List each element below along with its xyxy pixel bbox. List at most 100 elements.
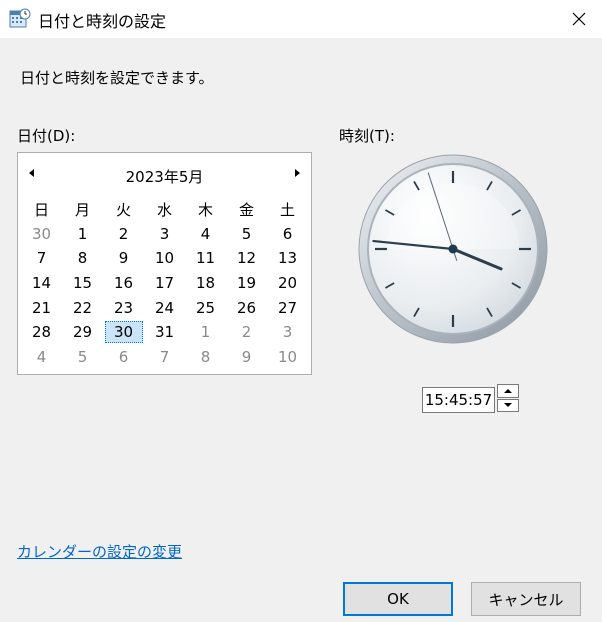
calendar-day[interactable]: 12 [226, 246, 267, 271]
calendar-day[interactable]: 20 [267, 271, 308, 296]
date-label: 日付(D): [17, 127, 76, 145]
calendar-day[interactable]: 25 [185, 295, 226, 320]
date-time-dialog: 日付と時刻の設定 日付と時刻を設定できます。 日付(D): 時刻(T): 202… [0, 0, 602, 622]
calendar-day[interactable]: 22 [62, 295, 103, 320]
calendar-day[interactable]: 6 [103, 345, 144, 370]
calendar-day[interactable]: 18 [185, 271, 226, 296]
calendar-day[interactable]: 5 [226, 222, 267, 247]
calendar-day-label: 8 [200, 347, 211, 366]
time-label: 時刻(T): [339, 127, 395, 145]
calendar-day-label: 4 [36, 347, 47, 366]
calendar-day[interactable]: 24 [144, 295, 185, 320]
calendar-day[interactable]: 30 [21, 222, 62, 247]
calendar-day-label: 18 [195, 274, 216, 293]
calendar-day-label: 6 [118, 347, 129, 366]
calendar-day-label: 25 [195, 298, 216, 317]
arrow-down-icon [504, 403, 512, 408]
calendar-day-label: 3 [159, 224, 170, 243]
weekday-header: 水 [156, 200, 172, 219]
time-input[interactable]: 15:45:57 [422, 387, 495, 413]
calendar-day-label: 8 [77, 249, 88, 268]
calendar-day[interactable]: 8 [185, 345, 226, 370]
calendar-day-label: 23 [113, 298, 134, 317]
analog-clock [358, 154, 548, 344]
calendar-day-label: 5 [241, 224, 252, 243]
calendar-day[interactable]: 14 [21, 271, 62, 296]
calendar-day-label: 21 [31, 298, 52, 317]
calendar-day[interactable]: 27 [267, 295, 308, 320]
calendar-day[interactable]: 1 [185, 320, 226, 345]
calendar-day-label: 22 [72, 298, 93, 317]
calendar-day-label: 1 [77, 224, 88, 243]
calendar-day-label: 14 [31, 274, 52, 293]
title-bar: 日付と時刻の設定 [0, 0, 602, 38]
calendar-day-label: 7 [159, 347, 170, 366]
calendar-day-label: 30 [31, 224, 52, 243]
calendar-day[interactable]: 3 [144, 222, 185, 247]
calendar-day-label: 2 [118, 224, 129, 243]
time-down-button[interactable] [497, 398, 519, 412]
calendar-day-label: 27 [277, 298, 298, 317]
calendar-day-label: 29 [72, 323, 93, 342]
calendar-day[interactable]: 7 [21, 246, 62, 271]
weekday-header: 月 [74, 200, 90, 219]
calendar-day[interactable]: 4 [21, 345, 62, 370]
calendar-day[interactable]: 17 [144, 271, 185, 296]
ok-button[interactable]: OK [343, 582, 453, 616]
calendar-day[interactable]: 7 [144, 345, 185, 370]
calendar-day[interactable]: 9 [103, 246, 144, 271]
calendar-day[interactable]: 28 [21, 320, 62, 345]
close-button[interactable] [556, 0, 602, 38]
calendar-day[interactable]: 3 [267, 320, 308, 345]
clock-center [448, 244, 458, 254]
calendar-day[interactable]: 6 [267, 222, 308, 247]
calendar-day-label: 12 [236, 249, 257, 268]
calendar-day[interactable]: 31 [144, 320, 185, 345]
calendar-day-label: 5 [77, 347, 88, 366]
calendar-day[interactable]: 5 [62, 345, 103, 370]
change-calendar-settings-link[interactable]: カレンダーの設定の変更 [17, 541, 182, 562]
close-icon [572, 12, 586, 26]
dialog-description: 日付と時刻を設定できます。 [20, 69, 214, 87]
calendar-day[interactable]: 2 [226, 320, 267, 345]
calendar-day[interactable]: 19 [226, 271, 267, 296]
calendar-day[interactable]: 23 [103, 295, 144, 320]
calendar-day-label: 30 [104, 321, 143, 344]
calendar-day[interactable]: 21 [21, 295, 62, 320]
calendar-day-label: 3 [282, 323, 293, 342]
triangle-right-icon [295, 169, 300, 177]
calendar-day-label: 1 [200, 323, 211, 342]
calendar-day-label: 19 [236, 274, 257, 293]
time-up-button[interactable] [497, 384, 519, 398]
calendar-day-label: 17 [154, 274, 175, 293]
calendar-day[interactable]: 16 [103, 271, 144, 296]
calendar-day[interactable]: 15 [62, 271, 103, 296]
calendar-day-label: 10 [277, 347, 298, 366]
calendar-day-selected[interactable]: 30 [103, 320, 144, 345]
calendar-month-label[interactable]: 2023年5月 [18, 166, 311, 187]
calendar-day[interactable]: 2 [103, 222, 144, 247]
arrow-up-icon [504, 388, 512, 393]
weekday-header: 火 [115, 200, 131, 219]
window-title: 日付と時刻の設定 [38, 12, 167, 31]
calendar-day[interactable]: 10 [144, 246, 185, 271]
calendar-day[interactable]: 8 [62, 246, 103, 271]
calendar-day-label: 20 [277, 274, 298, 293]
next-month-button[interactable] [287, 163, 307, 183]
calendar-day-label: 24 [154, 298, 175, 317]
calendar-day[interactable]: 9 [226, 345, 267, 370]
calendar-day[interactable]: 1 [62, 222, 103, 247]
calendar-day[interactable]: 26 [226, 295, 267, 320]
calendar-day[interactable]: 11 [185, 246, 226, 271]
calendar-day-label: 11 [195, 249, 216, 268]
calendar-day[interactable]: 10 [267, 345, 308, 370]
calendar-day-label: 9 [118, 249, 129, 268]
calendar-day-label: 13 [277, 249, 298, 268]
calendar-day[interactable]: 29 [62, 320, 103, 345]
calendar: 2023年5月 日月火水木金土 30 1 2 3 4 5 6 7 8 9 10 11 12 13 14 15 16… [17, 152, 312, 375]
calendar-day-label: 10 [154, 249, 175, 268]
calendar-day[interactable]: 13 [267, 246, 308, 271]
cancel-button[interactable]: キャンセル [471, 582, 581, 616]
calendar-day[interactable]: 4 [185, 222, 226, 247]
calendar-day-label: 4 [200, 224, 211, 243]
